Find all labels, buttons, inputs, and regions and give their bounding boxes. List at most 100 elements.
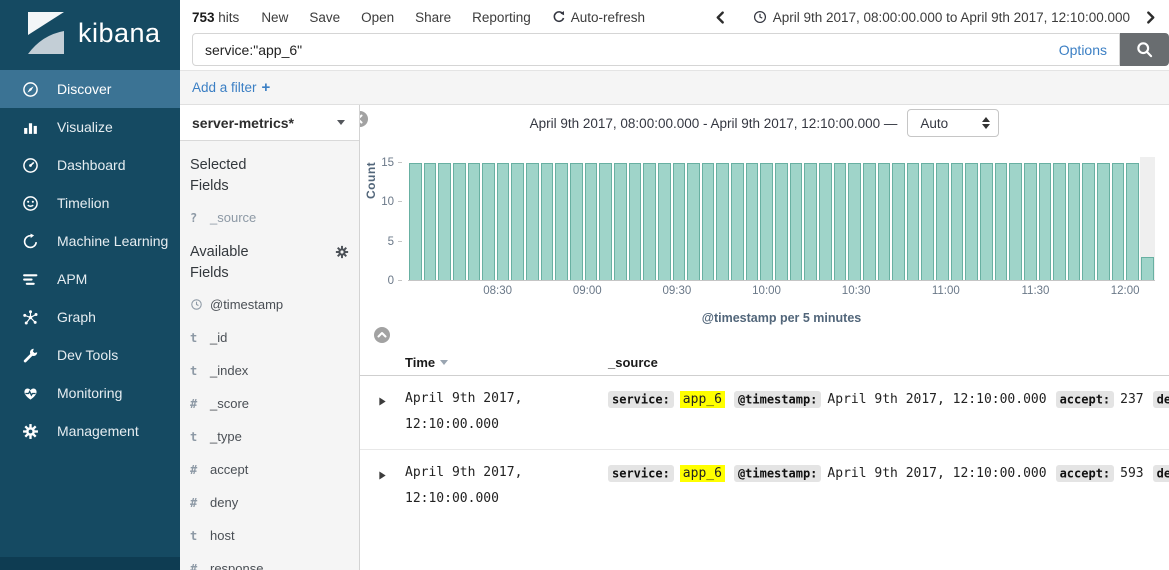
sidebar-item-dashboard[interactable]: Dashboard [0, 146, 180, 184]
field-value: April 9th 2017, 12:10:00.000 [827, 466, 1046, 481]
histogram-bucket[interactable] [877, 157, 892, 280]
histogram-bucket[interactable] [862, 157, 877, 280]
histogram-bucket[interactable] [950, 157, 965, 280]
histogram-bucket[interactable] [745, 157, 760, 280]
sidebar-item-machine-learning[interactable]: Machine Learning [0, 222, 180, 260]
field-item-source[interactable]: ?_source [190, 201, 349, 234]
histogram-bucket[interactable] [584, 157, 599, 280]
new-button[interactable]: New [261, 10, 288, 25]
field-item-deny[interactable]: #deny [190, 486, 349, 519]
field-item-id[interactable]: t_id [190, 321, 349, 354]
histogram-bar [819, 163, 832, 280]
reporting-button[interactable]: Reporting [472, 10, 531, 25]
histogram-bucket[interactable] [920, 157, 935, 280]
collapse-chart-button[interactable] [374, 327, 390, 343]
histogram-bucket[interactable] [408, 157, 423, 280]
histogram-bucket[interactable] [437, 157, 452, 280]
query-input[interactable] [205, 42, 1049, 58]
histogram-bucket[interactable] [628, 157, 643, 280]
histogram-bucket[interactable] [1008, 157, 1023, 280]
histogram-bucket[interactable] [906, 157, 921, 280]
histogram-bucket[interactable] [730, 157, 745, 280]
histogram-bucket[interactable] [1111, 157, 1126, 280]
histogram-bucket[interactable] [540, 157, 555, 280]
add-filter-button[interactable]: Add a filter + [192, 79, 270, 96]
histogram-bucket[interactable] [759, 157, 774, 280]
time-range-picker[interactable]: April 9th 2017, 08:00:00.000 to April 9t… [753, 10, 1130, 25]
histogram-bucket[interactable] [1038, 157, 1053, 280]
histogram-bucket[interactable] [686, 157, 701, 280]
histogram-bucket[interactable] [833, 157, 848, 280]
field-item-index[interactable]: t_index [190, 354, 349, 387]
time-back-icon[interactable] [714, 11, 727, 24]
histogram-bucket[interactable] [525, 157, 540, 280]
histogram-bucket[interactable] [701, 157, 716, 280]
field-item-timestamp[interactable]: @timestamp [190, 288, 349, 321]
histogram-bucket[interactable] [554, 157, 569, 280]
field-item-accept[interactable]: #accept [190, 453, 349, 486]
histogram-bucket[interactable] [613, 157, 628, 280]
histogram-bucket[interactable] [715, 157, 730, 280]
field-settings-gear-icon[interactable] [335, 245, 349, 259]
open-button[interactable]: Open [361, 10, 394, 25]
sidebar-item-dev-tools[interactable]: Dev Tools [0, 336, 180, 374]
histogram-bucket[interactable] [1052, 157, 1067, 280]
save-button[interactable]: Save [309, 10, 340, 25]
histogram-bucket[interactable] [803, 157, 818, 280]
histogram-bucket[interactable] [452, 157, 467, 280]
histogram-bucket[interactable] [818, 157, 833, 280]
histogram-bucket[interactable] [423, 157, 438, 280]
index-pattern-selector[interactable]: server-metrics* [180, 105, 359, 141]
histogram-bucket[interactable] [1096, 157, 1111, 280]
histogram-bucket[interactable] [657, 157, 672, 280]
histogram-bucket[interactable] [496, 157, 511, 280]
time-forward-icon[interactable] [1144, 11, 1157, 24]
histogram-bar [687, 163, 700, 280]
histogram-bucket[interactable] [979, 157, 994, 280]
kibana-logo[interactable]: kibana [0, 0, 180, 66]
histogram-bucket[interactable] [964, 157, 979, 280]
interval-select[interactable]: Auto [907, 109, 999, 137]
histogram-bucket[interactable] [467, 157, 482, 280]
query-options-link[interactable]: Options [1059, 42, 1107, 58]
expand-row-icon[interactable] [378, 386, 405, 438]
histogram-bucket[interactable] [1081, 157, 1096, 280]
histogram-bucket[interactable] [1140, 157, 1155, 280]
sidebar-item-visualize[interactable]: Visualize [0, 108, 180, 146]
sidebar-item-timelion[interactable]: Timelion [0, 184, 180, 222]
sidebar-collapse-strip[interactable] [0, 557, 180, 570]
field-item-score[interactable]: #_score [190, 387, 349, 420]
histogram-bucket[interactable] [1067, 157, 1082, 280]
field-item-type[interactable]: t_type [190, 420, 349, 453]
histogram-bucket[interactable] [994, 157, 1009, 280]
field-item-host[interactable]: thost [190, 519, 349, 552]
histogram-bucket[interactable] [847, 157, 862, 280]
histogram-bucket[interactable] [891, 157, 906, 280]
histogram-bucket[interactable] [598, 157, 613, 280]
histogram-bucket[interactable] [569, 157, 584, 280]
expand-row-icon[interactable] [378, 460, 405, 512]
y-axis-labels: 051015 [360, 157, 402, 281]
sidebar-item-discover[interactable]: Discover [0, 70, 180, 108]
histogram-bucket[interactable] [1125, 157, 1140, 280]
histogram-bucket[interactable] [774, 157, 789, 280]
histogram-bucket[interactable] [789, 157, 804, 280]
histogram-bucket[interactable] [481, 157, 496, 280]
auto-refresh-button[interactable]: Auto-refresh [552, 10, 645, 25]
share-button[interactable]: Share [415, 10, 451, 25]
histogram-bucket[interactable] [1023, 157, 1038, 280]
time-column-header[interactable]: Time [405, 355, 608, 370]
histogram-bucket[interactable] [672, 157, 687, 280]
field-item-response[interactable]: #response [190, 552, 349, 570]
field-label-badge: @timestamp: [734, 465, 821, 482]
sidebar-item-apm[interactable]: APM [0, 260, 180, 298]
sidebar-item-graph[interactable]: Graph [0, 298, 180, 336]
x-axis-tick-label: 12:00 [1111, 285, 1140, 297]
search-button[interactable] [1120, 33, 1169, 66]
sidebar-item-management[interactable]: Management [0, 412, 180, 450]
sidebar-item-monitoring[interactable]: Monitoring [0, 374, 180, 412]
histogram-bucket[interactable] [642, 157, 657, 280]
histogram-bucket[interactable] [510, 157, 525, 280]
field-type-icon: # [190, 562, 210, 570]
histogram-bucket[interactable] [935, 157, 950, 280]
